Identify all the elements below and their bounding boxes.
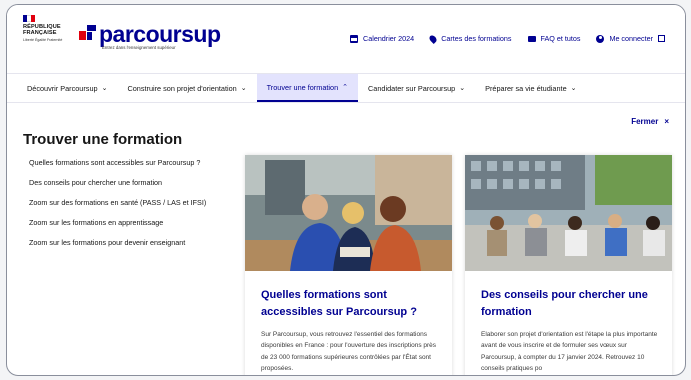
nav-item-label: Candidater sur Parcoursup [368,83,456,93]
main-navigation: Découvrir Parcoursup ⌄ Construire son pr… [7,73,685,103]
panel-link-apprentissage[interactable]: Zoom sur les formations en apprentissage [29,217,219,229]
parcoursup-mark-icon [79,25,97,41]
chevron-up-icon: ⌃ [342,83,349,91]
login-link-label: Me connecter [609,34,653,43]
students-studying-photo [245,155,452,271]
calendar-icon [350,34,359,43]
parcoursup-tagline: Entrez dans l'enseignement supérieur [102,45,176,50]
login-link[interactable]: Me connecter [596,34,665,43]
panel-link-conseils[interactable]: Des conseils pour chercher une formation [29,177,219,189]
faq-link[interactable]: FAQ et tutos [527,34,581,43]
user-account-icon [596,34,605,43]
folder-icon [527,35,536,42]
close-button[interactable]: Fermer × [631,117,669,126]
panel-link-enseignant[interactable]: Zoom sur les formations pour devenir ens… [29,237,219,249]
map-pin-icon [428,33,439,44]
nav-item-label: Trouver une formation [266,82,339,92]
panel-link-formations-accessibles[interactable]: Quelles formations sont accessibles sur … [29,157,219,169]
card-description: Elaborer son projet d'orientation est l'… [481,331,658,372]
external-link-icon [658,35,665,42]
card-title: Quelles formations sont accessibles sur … [261,289,417,318]
nav-item-candidater[interactable]: Candidater sur Parcoursup ⌄ [358,74,475,102]
card-formations-accessibles[interactable]: Quelles formations sont accessibles sur … [245,155,452,375]
card-description: Sur Parcoursup, vous retrouvez l'essenti… [261,331,437,372]
nav-item-decouvrir[interactable]: Découvrir Parcoursup ⌄ [17,74,117,102]
card-conseils[interactable]: Des conseils pour chercher une formation… [465,155,672,375]
map-link[interactable]: Cartes des formations [428,33,512,44]
calendar-link[interactable]: Calendrier 2024 [350,34,414,43]
parcoursup-logo[interactable]: parcoursup [79,21,221,47]
nav-item-label: Préparer sa vie étudiante [485,83,567,93]
students-sitting-campus-photo [465,155,672,271]
chevron-down-icon: ⌄ [101,84,108,92]
republique-francaise-logo[interactable]: RÉPUBLIQUE FRANÇAISE Liberté Égalité Fra… [23,15,69,42]
nav-item-trouver[interactable]: Trouver une formation ⌃ [256,74,359,102]
nav-item-preparer[interactable]: Préparer sa vie étudiante ⌄ [475,74,586,102]
nav-item-label: Construire son projet d'orientation [127,83,237,93]
calendar-link-label: Calendrier 2024 [363,34,415,43]
panel-link-sante[interactable]: Zoom sur des formations en santé (PASS /… [29,197,219,209]
parcoursup-wordmark: parcoursup [99,21,221,47]
chevron-down-icon: ⌄ [459,84,466,92]
close-button-label: Fermer [631,117,659,126]
panel-link-list: Quelles formations sont accessibles sur … [29,157,219,257]
nav-item-construire[interactable]: Construire son projet d'orientation ⌄ [117,74,256,102]
close-icon: × [664,117,669,126]
card-title: Des conseils pour chercher une formation [481,289,648,318]
nav-item-label: Découvrir Parcoursup [27,83,98,93]
site-header: RÉPUBLIQUE FRANÇAISE Liberté Égalité Fra… [7,5,685,67]
header-links: Calendrier 2024 Cartes des formations FA… [350,33,665,44]
gov-motto: Liberté Égalité Fraternité [23,38,63,42]
french-flag-icon [23,15,35,22]
browser-viewport: RÉPUBLIQUE FRANÇAISE Liberté Égalité Fra… [6,4,686,376]
gov-name-line2: FRANÇAISE [23,30,57,36]
panel-title: Trouver une formation [23,131,183,148]
chevron-down-icon: ⌄ [240,84,247,92]
map-link-label: Cartes des formations [441,34,512,43]
chevron-down-icon: ⌄ [570,84,577,92]
faq-link-label: FAQ et tutos [540,34,581,43]
